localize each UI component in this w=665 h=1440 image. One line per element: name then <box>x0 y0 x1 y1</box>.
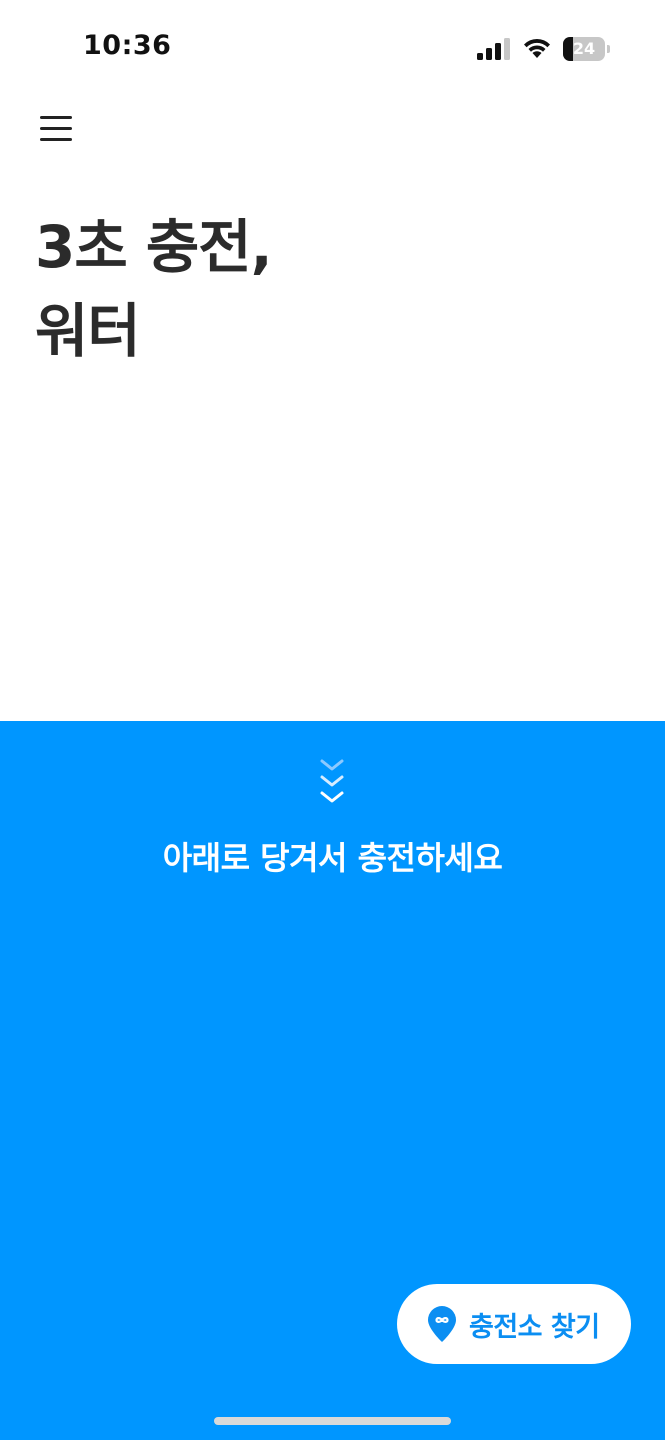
status-bar: 10:36 24 <box>0 0 665 100</box>
cellular-signal-icon <box>477 38 510 60</box>
home-indicator[interactable] <box>214 1417 451 1425</box>
battery-level: 24 <box>572 39 596 58</box>
status-time: 10:36 <box>83 30 172 61</box>
hamburger-menu-icon[interactable] <box>30 105 82 151</box>
page-title-line2: 워터 <box>35 297 141 365</box>
battery-body: 24 <box>563 37 605 61</box>
pull-instruction-text: 아래로 당겨서 충전하세요 <box>162 839 503 877</box>
page-title: 3초 충전, 워터 <box>35 205 273 373</box>
page-title-line1: 3초 충전, <box>35 213 273 281</box>
chevron-down-stack-icon <box>320 759 344 803</box>
location-pin-icon <box>428 1306 456 1342</box>
battery-icon: 24 <box>563 37 611 61</box>
app-screen: 10:36 24 3초 충전, 워터 아래로 당겨서 충전하세요 충전소 찾기 <box>0 0 665 1440</box>
wifi-icon <box>524 38 550 58</box>
battery-tip <box>607 45 610 53</box>
find-station-label: 충전소 찾기 <box>469 1311 600 1343</box>
find-station-button[interactable]: 충전소 찾기 <box>397 1284 631 1364</box>
pull-to-charge-panel[interactable]: 아래로 당겨서 충전하세요 충전소 찾기 <box>0 721 665 1440</box>
